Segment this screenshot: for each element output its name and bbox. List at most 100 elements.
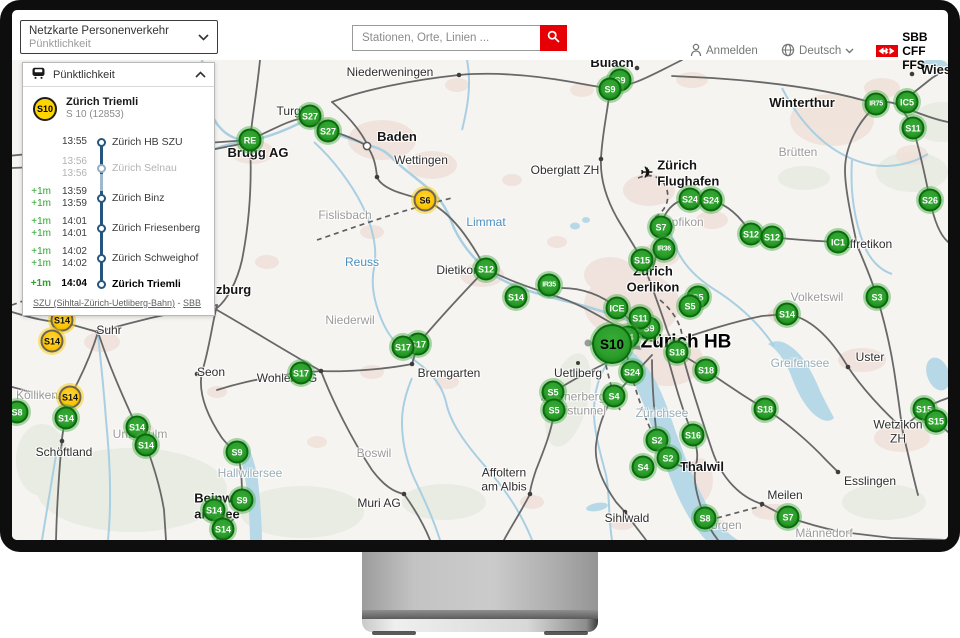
line-badge-s15[interactable]: S15 (925, 410, 948, 433)
search-bar (352, 25, 567, 51)
stop-name: Zürich Schweighof (112, 252, 198, 264)
line-badge-s17[interactable]: S17 (290, 362, 313, 385)
line-badge-s3[interactable]: S3 (866, 286, 889, 309)
page: BülachWiesNiederweningenWinterthurTurgiB… (0, 0, 960, 638)
line-badge-s16[interactable]: S16 (682, 424, 705, 447)
language-selector[interactable]: Deutsch (781, 43, 854, 60)
line-badge-ic5[interactable]: IC5 (896, 91, 919, 114)
line-badge-s9[interactable]: S9 (226, 441, 249, 464)
stop-name: Zürich Selnau (112, 162, 177, 174)
line-badge-ir75[interactable]: IR75 (865, 93, 888, 116)
stop-time: 14:0114:01 (51, 216, 87, 240)
stop-delay: +1m+1m (23, 216, 51, 240)
stop-name: Zürich Friesenberg (112, 222, 200, 234)
line-badge-s18[interactable]: S18 (754, 398, 777, 421)
stop-node-icon (97, 254, 106, 263)
line-badge-s17[interactable]: S17 (392, 336, 415, 359)
app-screen: BülachWiesNiederweningenWinterthurTurgiB… (12, 10, 948, 540)
line-badge-s27[interactable]: S27 (317, 120, 340, 143)
panel-footer: SZU (Sihltal-Zürich-Uetliberg-Bahn) - SB… (33, 298, 201, 308)
monitor-foot-right (544, 631, 588, 635)
line-badge-s4[interactable]: S4 (632, 456, 655, 479)
search-button[interactable] (540, 25, 567, 51)
line-badge-s2[interactable]: S2 (657, 447, 680, 470)
sbb-logo-text: SBB CFF FFS (902, 30, 948, 72)
line-badge-s7[interactable]: S7 (650, 216, 673, 239)
line-badge-s18[interactable]: S18 (695, 359, 718, 382)
line-badge-s11[interactable]: S11 (902, 117, 925, 140)
line-badge-s9[interactable]: S9 (599, 78, 622, 101)
stop-time: 13:5913:59 (51, 186, 87, 210)
line-badge-s14[interactable]: S14 (212, 518, 235, 541)
train-destination: Zürich Triemli (66, 96, 138, 109)
panel-title: Pünktlichkeit (53, 69, 188, 81)
stop-name: Zürich Binz (112, 192, 165, 204)
person-icon (690, 43, 702, 60)
login-label: Anmelden (706, 45, 758, 57)
line-badge-ir36[interactable]: IR36 (653, 238, 676, 261)
line-badge-s14[interactable]: S14 (135, 434, 158, 457)
train-line-info: S 10 (12853) (66, 109, 138, 121)
sbb-arrows-icon (876, 45, 898, 57)
stop-row-z-rich-selnau: 13:5613:56 Zürich Selnau (23, 155, 210, 181)
line-badge-s8[interactable]: S8 (694, 507, 717, 530)
line-badge-s14[interactable]: S14 (55, 407, 78, 430)
line-badge-s18[interactable]: S18 (666, 341, 689, 364)
line-badge-s24[interactable]: S24 (700, 189, 723, 212)
footer-link-sbb[interactable]: SBB (183, 298, 201, 308)
line-badge-ir35[interactable]: IR35 (538, 274, 561, 297)
line-badge-s10[interactable]: S10 (592, 324, 632, 364)
line-badge-s12[interactable]: S12 (475, 258, 498, 281)
stop-row-z-rich-friesenberg: +1m+1m14:0114:01 Zürich Friesenberg (23, 215, 210, 241)
line-badge-s14[interactable]: S14 (505, 286, 528, 309)
layer-dropdown-line2: Pünktlichkeit (29, 38, 209, 50)
language-label: Deutsch (799, 45, 841, 57)
stop-row-z-rich-triemli: +1m14:04 Zürich Triemli (23, 275, 210, 293)
punctuality-panel: Pünktlichkeit S10 Zürich Triemli S 10 (1… (22, 62, 215, 316)
line-badge-s24[interactable]: S24 (679, 188, 702, 211)
search-icon (547, 30, 560, 46)
line-badge-s9[interactable]: S9 (231, 489, 254, 512)
line-badge-s4[interactable]: S4 (603, 385, 626, 408)
line-badge-s24[interactable]: S24 (621, 361, 644, 384)
line-badge-s26[interactable]: S26 (919, 189, 942, 212)
login-button[interactable]: Anmelden (690, 43, 758, 60)
stop-node-icon (97, 280, 106, 289)
search-input[interactable] (352, 25, 540, 51)
chevron-up-icon[interactable] (195, 71, 206, 78)
line-badge-s14[interactable]: S14 (59, 386, 82, 409)
stop-name: Zürich HB SZU (112, 136, 183, 148)
line-badge-s6[interactable]: S6 (414, 189, 437, 212)
stop-row-z-rich-hb-szu: 13:55 Zürich HB SZU (23, 133, 210, 151)
line-badge-re[interactable]: RE (239, 129, 262, 152)
line-badge-ice[interactable]: ICE (606, 297, 629, 320)
line-badge-s7[interactable]: S7 (777, 506, 800, 529)
stop-delay: +1m+1m (23, 246, 51, 270)
layer-dropdown[interactable]: Netzkarte Personenverkehr Pünktlichkeit (20, 20, 218, 54)
stop-node-icon (97, 138, 106, 147)
header-right: Anmelden Deutsch SBB CFF FFS (690, 30, 948, 72)
monitor-foot-left (372, 631, 416, 635)
line-badge-s15[interactable]: S15 (631, 249, 654, 272)
footer-link-szu-sihltal-z-rich-uetliberg-bahn[interactable]: SZU (Sihltal-Zürich-Uetliberg-Bahn) (33, 298, 175, 308)
stop-node-icon (97, 194, 106, 203)
line-badge-ic1[interactable]: IC1 (827, 231, 850, 254)
stop-time: 13:55 (51, 136, 87, 148)
line-badge-s14[interactable]: S14 (776, 303, 799, 326)
stop-time: 14:04 (51, 278, 87, 290)
train-icon (31, 66, 46, 84)
sbb-logo[interactable]: SBB CFF FFS (876, 30, 948, 72)
stop-row-z-rich-binz: +1m+1m13:5913:59Zürich Binz (23, 185, 210, 211)
stop-node-icon (97, 164, 106, 173)
selected-train: S10 Zürich Triemli S 10 (12853) (23, 87, 214, 125)
line-badge-s5[interactable]: S5 (679, 295, 702, 318)
line-badge-s5[interactable]: S5 (543, 399, 566, 422)
stop-name: Zürich Triemli (112, 278, 181, 290)
stop-time: 13:5613:56 (51, 156, 87, 180)
stop-delay: +1m (23, 278, 51, 290)
globe-icon (781, 43, 795, 60)
line-badge-s14[interactable]: S14 (41, 330, 64, 353)
line-badge-s12[interactable]: S12 (761, 226, 784, 249)
line-badge-s12[interactable]: S12 (740, 223, 763, 246)
panel-header[interactable]: Pünktlichkeit (23, 63, 214, 87)
